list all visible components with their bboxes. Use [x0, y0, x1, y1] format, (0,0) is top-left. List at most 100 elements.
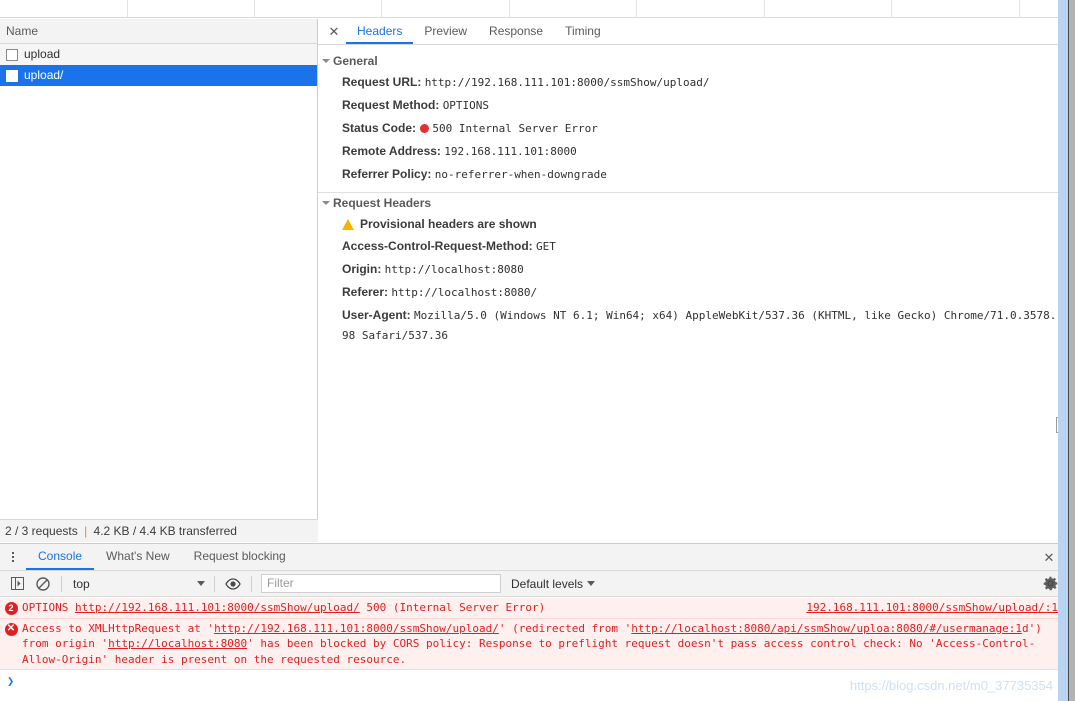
- table-header-column[interactable]: [0, 0, 128, 17]
- clear-console-icon[interactable]: [30, 572, 56, 596]
- close-drawer-icon[interactable]: ✕: [1038, 544, 1060, 571]
- header-name: Remote Address:: [342, 144, 441, 158]
- close-details-icon[interactable]: ✕: [322, 19, 346, 44]
- console-drawer: Console What's New Request blocking ✕: [0, 543, 1068, 701]
- request-row-upload-slash[interactable]: upload/: [0, 65, 317, 86]
- request-details-pane: ✕ Headers Preview Response Timing Genera…: [318, 19, 1068, 542]
- section-request-headers-label: Request Headers: [333, 196, 431, 210]
- prompt-caret-icon: ❯: [7, 674, 14, 688]
- header-value: OPTIONS: [443, 99, 489, 112]
- table-header-column[interactable]: [637, 0, 765, 17]
- log-level-selector[interactable]: Default levels: [511, 577, 595, 591]
- console-message-cors-error[interactable]: ✕ Access to XMLHttpRequest at 'http://19…: [0, 619, 1068, 671]
- warning-triangle-icon: [342, 219, 354, 230]
- document-icon: [6, 70, 18, 82]
- header-user-agent: User-Agent: Mozilla/5.0 (Windows NT 6.1;…: [318, 304, 1068, 327]
- header-value[interactable]: http://192.168.111.101:8000/ssmShow/uplo…: [425, 76, 710, 89]
- console-toolbar: top Filter Default levels: [0, 571, 1068, 597]
- error-count: 2: [5, 602, 18, 615]
- window-vertical-scrollbar[interactable]: [1058, 0, 1068, 701]
- header-name: Status Code:: [342, 121, 416, 135]
- console-prompt[interactable]: ❯: [0, 670, 1068, 692]
- tab-timing[interactable]: Timing: [554, 19, 612, 44]
- chevron-down-icon: [197, 581, 205, 586]
- toolbar-divider: [251, 576, 252, 592]
- console-message-list: 2 OPTIONS http://192.168.111.101:8000/ss…: [0, 598, 1068, 701]
- tab-response[interactable]: Response: [478, 19, 554, 44]
- console-message-error-options[interactable]: 2 OPTIONS http://192.168.111.101:8000/ss…: [0, 598, 1068, 619]
- console-message-text: Access to XMLHttpRequest at 'http://192.…: [22, 621, 1064, 668]
- message-link[interactable]: http://localhost:8080: [108, 637, 247, 650]
- header-value: 500 Internal Server Error: [432, 122, 598, 135]
- transfer-size: 4.2 KB / 4.4 KB transferred: [94, 524, 237, 538]
- table-header-column[interactable]: [382, 0, 510, 17]
- console-message-source-link[interactable]: :8080/#/usermanage:1: [890, 622, 1022, 635]
- table-header-column[interactable]: [510, 0, 637, 17]
- execution-context-selector[interactable]: top: [67, 574, 209, 594]
- header-request-method: Request Method: OPTIONS: [318, 94, 1068, 117]
- message-link[interactable]: http://192.168.111.101:8000/ssmShow/uplo…: [75, 601, 360, 614]
- console-message-source-link[interactable]: 192.168.111.101:8000/ssmShow/upload/:1: [806, 600, 1058, 616]
- request-count: 2 / 3 requests: [5, 524, 78, 538]
- live-expression-icon[interactable]: [220, 572, 246, 596]
- header-name: Request Method:: [342, 98, 439, 112]
- header-value-line1: Mozilla/5.0 (Windows NT 6.1; Win64; x64)…: [414, 309, 1056, 322]
- drawer-tab-bar: Console What's New Request blocking ✕: [0, 544, 1068, 571]
- header-request-url: Request URL: http://192.168.111.101:8000…: [318, 71, 1068, 94]
- drawer-tab-request-blocking[interactable]: Request blocking: [182, 544, 298, 570]
- network-panel: Name upload upload/ 2 / 3 requests | 4.2…: [0, 19, 1068, 542]
- window-right-frame: [1068, 0, 1075, 701]
- error-circle-icon: ✕: [0, 621, 22, 668]
- request-list-header-name[interactable]: Name: [0, 19, 317, 44]
- provisional-headers-text: Provisional headers are shown: [360, 215, 537, 233]
- message-part: Access to XMLHttpRequest at ': [22, 622, 214, 635]
- request-list: Name upload upload/ 2 / 3 requests | 4.2…: [0, 19, 318, 542]
- drawer-tab-console[interactable]: Console: [26, 544, 94, 570]
- message-part: ' (redirected from ': [499, 622, 631, 635]
- drawer-tab-whats-new[interactable]: What's New: [94, 544, 182, 570]
- header-referrer-policy: Referrer Policy: no-referrer-when-downgr…: [318, 163, 1068, 186]
- message-link[interactable]: http://localhost:8080/api/ssmShow/uploa: [631, 622, 889, 635]
- log-level-label: Default levels: [511, 577, 583, 591]
- table-header-column[interactable]: [765, 0, 892, 17]
- header-value: 192.168.111.101:8000: [444, 145, 576, 158]
- header-access-control-request-method: Access-Control-Request-Method: GET: [318, 235, 1068, 258]
- section-general-label: General: [333, 54, 378, 68]
- header-value: no-referrer-when-downgrade: [435, 168, 607, 181]
- more-options-icon[interactable]: [0, 544, 26, 570]
- status-separator: |: [84, 524, 87, 538]
- headers-content: General Request URL: http://192.168.111.…: [318, 45, 1068, 542]
- table-header-column[interactable]: [255, 0, 382, 17]
- network-table-header-strip: [0, 0, 1068, 18]
- chevron-down-icon: [322, 201, 330, 205]
- section-request-headers[interactable]: Request Headers: [318, 193, 1068, 213]
- table-header-column[interactable]: [892, 0, 1020, 17]
- message-link[interactable]: http://192.168.111.101:8000/ssmShow/uplo…: [214, 622, 499, 635]
- header-remote-address: Remote Address: 192.168.111.101:8000: [318, 140, 1068, 163]
- header-user-agent-line2: 98 Safari/537.36: [318, 327, 1068, 347]
- message-part: OPTIONS: [22, 601, 75, 614]
- section-general[interactable]: General: [318, 51, 1068, 71]
- document-icon: [6, 49, 18, 61]
- chevron-down-icon: [587, 581, 595, 586]
- header-name: User-Agent:: [342, 308, 411, 322]
- error-glyph: ✕: [5, 623, 18, 636]
- header-origin: Origin: http://localhost:8080: [318, 258, 1068, 281]
- tab-preview[interactable]: Preview: [413, 19, 478, 44]
- details-tab-bar: ✕ Headers Preview Response Timing: [318, 19, 1068, 45]
- header-name: Access-Control-Request-Method:: [342, 239, 533, 253]
- request-row-upload[interactable]: upload: [0, 44, 317, 65]
- header-name: Referrer Policy:: [342, 167, 431, 181]
- request-name: upload/: [24, 65, 63, 86]
- request-name: upload: [24, 44, 60, 65]
- header-name: Origin:: [342, 262, 381, 276]
- console-filter-input[interactable]: Filter: [261, 574, 501, 593]
- toolbar-divider: [61, 576, 62, 592]
- error-count-badge-icon: 2: [0, 600, 22, 616]
- execution-context-value: top: [73, 577, 90, 591]
- console-sidebar-icon[interactable]: [4, 572, 30, 596]
- tab-headers[interactable]: Headers: [346, 19, 413, 44]
- toolbar-divider: [214, 576, 215, 592]
- table-header-column[interactable]: [128, 0, 255, 17]
- message-part: 500 (Internal Server Error): [360, 601, 545, 614]
